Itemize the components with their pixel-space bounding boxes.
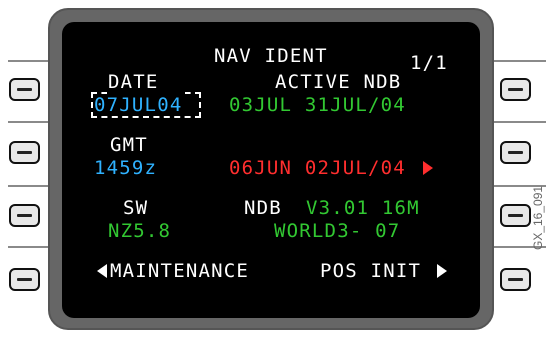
triangle-right-icon: [423, 161, 433, 175]
lsk-left-4[interactable]: [9, 268, 40, 291]
ndb-database: WORLD3- 07: [274, 220, 401, 242]
page-title: NAV IDENT: [214, 45, 328, 67]
inactive-ndb-range[interactable]: 06JUN 02JUL/04: [229, 157, 406, 179]
ndb-version: V3.01 16M: [306, 197, 420, 219]
maintenance-prompt[interactable]: MAINTENANCE: [110, 260, 249, 282]
page-number: 1/1: [410, 52, 448, 74]
sw-value: NZ5.8: [108, 220, 172, 242]
lsk-left-3[interactable]: [9, 204, 40, 227]
gmt-value[interactable]: 1459z: [94, 157, 157, 179]
pos-init-prompt[interactable]: POS INIT: [320, 260, 421, 282]
lsk-left-1[interactable]: [9, 78, 40, 101]
ndb-label: NDB: [244, 197, 282, 219]
triangle-left-icon: [97, 264, 107, 278]
lsk-right-2[interactable]: [500, 141, 531, 164]
sw-label: SW: [123, 197, 149, 219]
lsk-right-3[interactable]: [500, 204, 531, 227]
lsk-left-2[interactable]: [9, 141, 40, 164]
active-ndb-range: 03JUL 31JUL/04: [229, 94, 406, 116]
active-ndb-label: ACTIVE NDB: [275, 71, 402, 93]
date-value[interactable]: 07JUL04: [94, 94, 182, 116]
lsk-right-1[interactable]: [500, 78, 531, 101]
triangle-right-icon: [437, 264, 447, 278]
lsk-right-4[interactable]: [500, 268, 531, 291]
figure-id: GX_16_091: [531, 185, 545, 250]
gmt-label: GMT: [110, 134, 148, 156]
date-label: DATE: [108, 71, 159, 93]
